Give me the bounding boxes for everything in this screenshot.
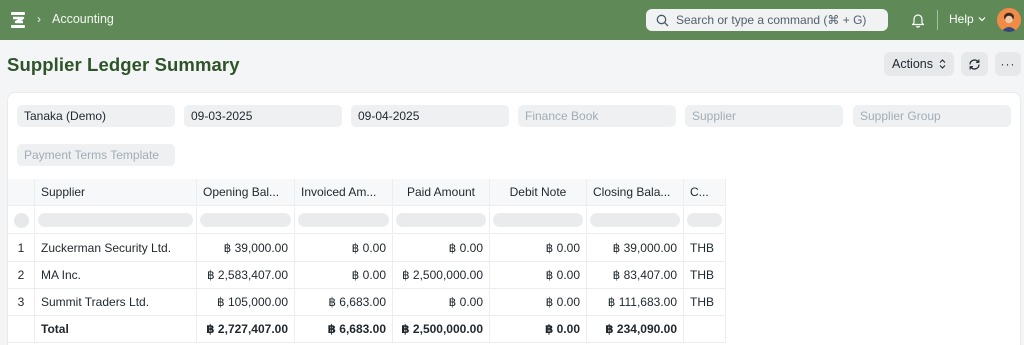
- opening-cell: ฿ 105,000.00: [197, 289, 295, 315]
- currency-cell: THB: [684, 289, 726, 315]
- to-date-filter[interactable]: 09-04-2025: [351, 105, 509, 127]
- from-date-filter[interactable]: 09-03-2025: [184, 105, 342, 127]
- opening-cell: ฿ 39,000.00: [197, 235, 295, 261]
- column-filter-closing[interactable]: [587, 207, 684, 233]
- col-header-invoiced-amount[interactable]: Invoiced Am...: [295, 179, 393, 205]
- company-filter[interactable]: Tanaka (Demo): [17, 105, 175, 127]
- currency-cell: THB: [684, 262, 726, 288]
- closing-cell: ฿ 39,000.00: [587, 235, 684, 261]
- supplier-cell[interactable]: Zuckerman Security Ltd.: [35, 235, 197, 261]
- search-bar[interactable]: [646, 9, 888, 31]
- paid-cell: ฿ 0.00: [393, 289, 490, 315]
- table-header-row: Supplier Opening Bal... Invoiced Am... P…: [8, 179, 726, 206]
- column-filter-paid[interactable]: [393, 207, 490, 233]
- payment-terms-placeholder: Payment Terms Template: [24, 148, 159, 162]
- supplier-group-placeholder: Supplier Group: [860, 109, 941, 123]
- column-filter-supplier[interactable]: [35, 207, 197, 233]
- table-row[interactable]: 1 Zuckerman Security Ltd. ฿ 39,000.00 ฿ …: [8, 235, 726, 262]
- col-header-supplier[interactable]: Supplier: [35, 179, 197, 205]
- column-filter-debit[interactable]: [490, 207, 587, 233]
- row-index: [8, 316, 35, 342]
- supplier-cell[interactable]: Summit Traders Ltd.: [35, 289, 197, 315]
- row-index: 1: [8, 235, 35, 261]
- column-filter-row: [8, 207, 726, 234]
- page-title: Supplier Ledger Summary: [7, 54, 240, 75]
- paid-cell: ฿ 2,500,000.00: [393, 262, 490, 288]
- to-date-value: 09-04-2025: [358, 109, 420, 123]
- page-head: Supplier Ledger Summary Actions ···: [0, 40, 1024, 90]
- search-input[interactable]: [676, 13, 876, 27]
- app-logo-icon[interactable]: [10, 11, 26, 29]
- col-header-currency[interactable]: C...: [684, 179, 726, 205]
- table-row[interactable]: 2 MA Inc. ฿ 2,583,407.00 ฿ 0.00 ฿ 2,500,…: [8, 262, 726, 289]
- col-header-paid-amount[interactable]: Paid Amount: [393, 179, 490, 205]
- currency-cell: THB: [684, 235, 726, 261]
- column-filter-invoiced[interactable]: [295, 207, 393, 233]
- breadcrumb-separator: ›: [37, 12, 41, 26]
- column-filter-currency[interactable]: [684, 207, 726, 233]
- col-header-opening-balance[interactable]: Opening Bal...: [197, 179, 295, 205]
- total-closing: ฿ 234,090.00: [587, 316, 684, 342]
- finance-book-filter[interactable]: Finance Book: [518, 105, 676, 127]
- from-date-value: 09-03-2025: [191, 109, 253, 123]
- total-opening: ฿ 2,727,407.00: [197, 316, 295, 342]
- chevron-down-icon: [978, 17, 986, 22]
- opening-cell: ฿ 2,583,407.00: [197, 262, 295, 288]
- closing-cell: ฿ 83,407.00: [587, 262, 684, 288]
- avatar[interactable]: [997, 8, 1021, 32]
- breadcrumb-accounting[interactable]: Accounting: [52, 12, 114, 26]
- debit-cell: ฿ 0.00: [490, 289, 587, 315]
- supplier-group-filter[interactable]: Supplier Group: [853, 105, 1011, 127]
- total-label: Total: [35, 316, 197, 342]
- sort-icon: [939, 59, 946, 69]
- debit-cell: ฿ 0.00: [490, 262, 587, 288]
- search-icon: [656, 14, 669, 26]
- navbar-divider: [937, 10, 938, 30]
- refresh-button[interactable]: [961, 52, 988, 76]
- bell-icon[interactable]: [911, 12, 925, 28]
- help-dropdown[interactable]: Help: [949, 12, 986, 26]
- supplier-placeholder: Supplier: [692, 109, 737, 123]
- col-header-closing-balance[interactable]: Closing Bala...: [587, 179, 684, 205]
- paid-cell: ฿ 0.00: [393, 235, 490, 261]
- help-label: Help: [949, 12, 974, 26]
- payment-terms-filter[interactable]: Payment Terms Template: [17, 144, 175, 166]
- row-index: 3: [8, 289, 35, 315]
- total-invoiced: ฿ 6,683.00: [295, 316, 393, 342]
- supplier-filter[interactable]: Supplier: [685, 105, 843, 127]
- row-index-header: [8, 179, 35, 205]
- total-debit: ฿ 0.00: [490, 316, 587, 342]
- navbar: › Accounting Help: [0, 0, 1024, 40]
- total-currency: [684, 316, 726, 342]
- user-avatar-icon: [997, 8, 1021, 32]
- refresh-icon: [969, 58, 980, 70]
- debit-cell: ฿ 0.00: [490, 235, 587, 261]
- supplier-cell[interactable]: MA Inc.: [35, 262, 197, 288]
- closing-cell: ฿ 111,683.00: [587, 289, 684, 315]
- total-paid: ฿ 2,500,000.00: [393, 316, 490, 342]
- col-header-debit-note[interactable]: Debit Note: [490, 179, 587, 205]
- company-value: Tanaka (Demo): [24, 109, 107, 123]
- column-filter-opening[interactable]: [197, 207, 295, 233]
- invoiced-cell: ฿ 0.00: [295, 235, 393, 261]
- actions-label: Actions: [892, 57, 933, 71]
- table-row[interactable]: 3 Summit Traders Ltd. ฿ 105,000.00 ฿ 6,6…: [8, 289, 726, 316]
- invoiced-cell: ฿ 6,683.00: [295, 289, 393, 315]
- finance-book-placeholder: Finance Book: [525, 109, 599, 123]
- more-icon: ···: [1000, 57, 1016, 71]
- actions-button[interactable]: Actions: [884, 52, 954, 76]
- invoiced-cell: ฿ 0.00: [295, 262, 393, 288]
- total-row: Total ฿ 2,727,407.00 ฿ 6,683.00 ฿ 2,500,…: [8, 316, 726, 343]
- row-index: 2: [8, 262, 35, 288]
- report-card: Tanaka (Demo) 09-03-2025 09-04-2025 Fina…: [7, 92, 1021, 345]
- row-filter-toggle[interactable]: [8, 207, 35, 233]
- more-button[interactable]: ···: [995, 52, 1021, 76]
